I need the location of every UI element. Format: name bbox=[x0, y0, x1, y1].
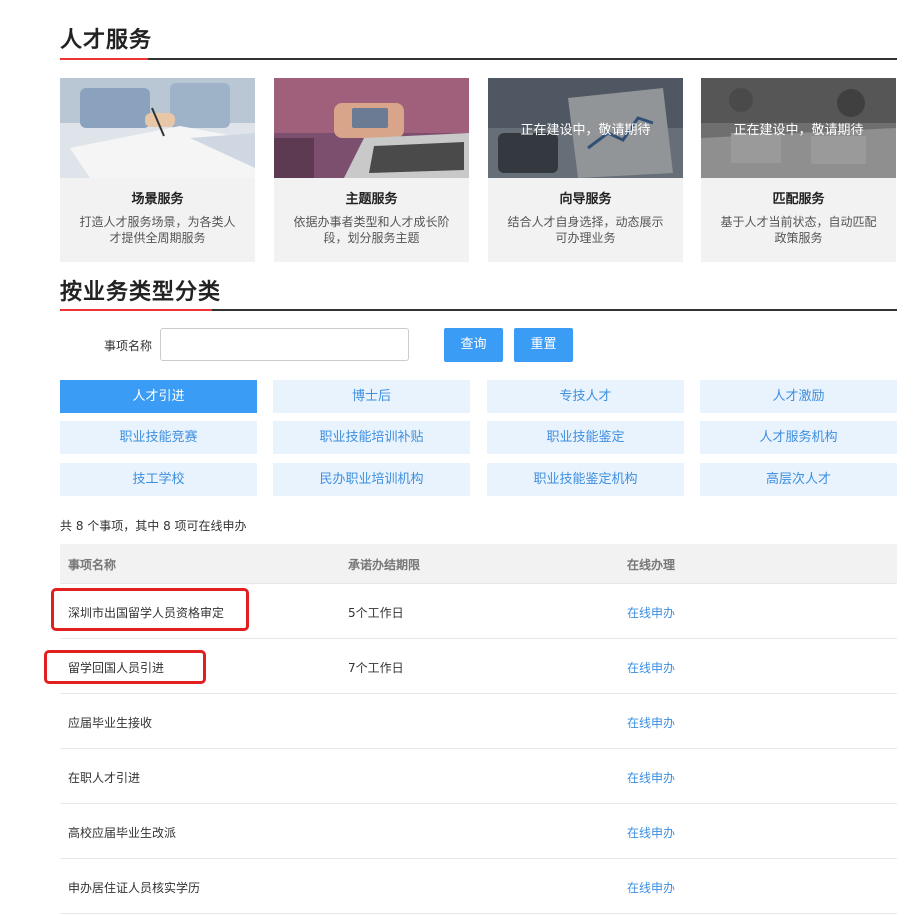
category-postdoc[interactable]: 博士后 bbox=[273, 380, 470, 413]
search-label: 事项名称 bbox=[104, 339, 153, 353]
category-technical-school[interactable]: 技工学校 bbox=[60, 463, 257, 496]
category-skill-competition[interactable]: 职业技能竞赛 bbox=[60, 421, 257, 454]
apply-online-link[interactable]: 在线申办 bbox=[627, 879, 675, 896]
card-name: 匹配服务 bbox=[772, 192, 825, 207]
table-row: 应届毕业生接收 在线申办 bbox=[60, 694, 897, 749]
table-row: 高校应届毕业生改派 在线申办 bbox=[60, 804, 897, 859]
table-row: 在职人才引进 在线申办 bbox=[60, 749, 897, 804]
category-skill-appraisal-agency[interactable]: 职业技能鉴定机构 bbox=[487, 463, 684, 496]
table-header: 事项名称 承诺办结期限 在线办理 bbox=[60, 544, 897, 584]
category-high-level-talent[interactable]: 高层次人才 bbox=[700, 463, 897, 496]
row-item-name: 在职人才引进 bbox=[68, 771, 141, 785]
category-private-training-agency[interactable]: 民办职业培训机构 bbox=[273, 463, 470, 496]
row-deadline: 5个工作日 bbox=[348, 606, 404, 620]
query-button[interactable]: 查询 bbox=[444, 328, 503, 362]
card-name: 向导服务 bbox=[559, 192, 612, 207]
card-theme-service[interactable]: 主题服务 依据办事者类型和人才成长阶段，划分服务主题 bbox=[274, 78, 469, 262]
card-overlay-text: 正在建设中，敬请期待 bbox=[733, 123, 864, 138]
apply-online-link[interactable]: 在线申办 bbox=[627, 824, 675, 841]
search-input[interactable] bbox=[160, 328, 409, 361]
apply-online-link[interactable]: 在线申办 bbox=[627, 714, 675, 731]
card-desc: 打造人才服务场景，为各类人才提供全周期服务 bbox=[79, 215, 236, 245]
category-skill-appraisal[interactable]: 职业技能鉴定 bbox=[487, 421, 684, 454]
card-name: 主题服务 bbox=[345, 192, 398, 207]
card-match-service[interactable]: 正在建设中，敬请期待 匹配服务 基于人才当前状态，自动匹配政策服务 bbox=[701, 78, 896, 262]
category-talent-introduction[interactable]: 人才引进 bbox=[60, 380, 257, 413]
row-item-name: 申办居住证人员核实学历 bbox=[68, 881, 201, 895]
card-desc: 结合人才自身选择，动态展示可办理业务 bbox=[507, 215, 664, 245]
highlight-box bbox=[44, 650, 206, 684]
highlight-box bbox=[51, 588, 249, 631]
header-deadline: 承诺办结期限 bbox=[348, 558, 421, 572]
card-desc: 基于人才当前状态，自动匹配政策服务 bbox=[720, 215, 877, 245]
category-talent-incentive[interactable]: 人才激励 bbox=[700, 380, 897, 413]
title-underline bbox=[60, 309, 897, 311]
table-row: 申办居住证人员核实学历 在线申办 bbox=[60, 859, 897, 914]
category-talent-service-agency[interactable]: 人才服务机构 bbox=[700, 421, 897, 454]
reset-button[interactable]: 重置 bbox=[514, 328, 573, 362]
title-underline bbox=[60, 58, 897, 60]
apply-online-link[interactable]: 在线申办 bbox=[627, 659, 675, 676]
card-photo-laptop-card bbox=[274, 78, 469, 178]
card-name: 场景服务 bbox=[131, 192, 184, 207]
apply-online-link[interactable]: 在线申办 bbox=[627, 769, 675, 786]
row-item-name: 应届毕业生接收 bbox=[68, 716, 153, 730]
result-summary: 共 8 个事项，其中 8 项可在线申办 bbox=[60, 519, 247, 533]
row-deadline: 7个工作日 bbox=[348, 661, 404, 675]
category-professional-talent[interactable]: 专技人才 bbox=[487, 380, 684, 413]
header-item-name: 事项名称 bbox=[68, 558, 117, 572]
row-item-name: 高校应届毕业生改派 bbox=[68, 826, 177, 840]
card-photo-writing bbox=[60, 78, 255, 178]
card-scene-service[interactable]: 场景服务 打造人才服务场景，为各类人才提供全周期服务 bbox=[60, 78, 255, 262]
apply-online-link[interactable]: 在线申办 bbox=[627, 604, 675, 621]
header-online: 在线办理 bbox=[627, 558, 676, 572]
card-guide-service[interactable]: 正在建设中，敬请期待 向导服务 结合人才自身选择，动态展示可办理业务 bbox=[488, 78, 683, 262]
card-desc: 依据办事者类型和人才成长阶段，划分服务主题 bbox=[293, 215, 450, 245]
section-title-by-type: 按业务类型分类 bbox=[60, 280, 222, 305]
section-title-talent-service: 人才服务 bbox=[60, 28, 153, 53]
category-skill-training-subsidy[interactable]: 职业技能培训补贴 bbox=[273, 421, 470, 454]
card-overlay-text: 正在建设中，敬请期待 bbox=[520, 123, 651, 138]
